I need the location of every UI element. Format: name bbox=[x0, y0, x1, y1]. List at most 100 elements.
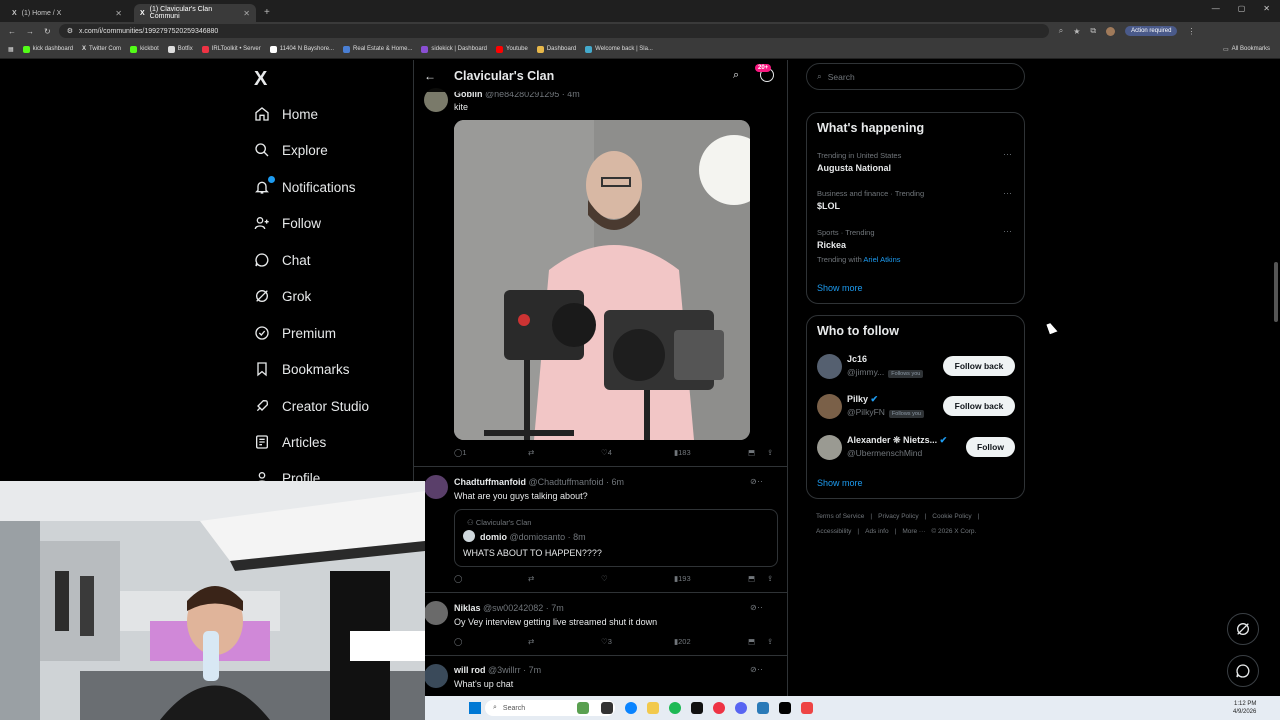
search-input[interactable]: ⌕ Search bbox=[806, 63, 1025, 90]
nav-notifications[interactable]: Notifications bbox=[254, 176, 356, 195]
avatar[interactable] bbox=[424, 601, 448, 625]
grok-fab-button[interactable] bbox=[1227, 613, 1259, 645]
follow-back-button[interactable]: Follow back bbox=[943, 396, 1015, 416]
close-window-icon[interactable]: ✕ bbox=[1263, 4, 1270, 13]
show-more-link[interactable]: Show more bbox=[817, 478, 863, 488]
spotify-icon[interactable] bbox=[669, 702, 681, 714]
post-author[interactable]: Chadtuffmanfoid @Chadtuffmanfoid · 6m bbox=[454, 477, 624, 487]
post[interactable]: Niklas @sw00242082 · 7m ⊘ ··· Oy Vey int… bbox=[414, 593, 787, 656]
avatar[interactable] bbox=[817, 435, 842, 460]
avatar[interactable] bbox=[424, 664, 448, 688]
like-button[interactable]: ♡ 3 bbox=[601, 637, 612, 646]
bookmark-icon[interactable]: ⬒ bbox=[748, 637, 755, 646]
post[interactable]: Goblin @ne84280291295 · 4m kite ◯ 1 ⇄ ♡ … bbox=[414, 60, 787, 467]
widget-icon[interactable] bbox=[577, 702, 589, 714]
x-logo[interactable]: X bbox=[254, 68, 267, 91]
views-button[interactable]: ▮ 202 bbox=[674, 637, 691, 646]
share-icon[interactable]: ⇪ bbox=[767, 448, 773, 457]
nav-home[interactable]: Home bbox=[254, 106, 318, 122]
file-explorer-icon[interactable] bbox=[647, 702, 659, 714]
app-icon[interactable] bbox=[691, 702, 703, 714]
browser-tab-home[interactable]: X (1) Home / X ✕ bbox=[6, 4, 128, 22]
bookmark-item[interactable]: sidekick | Dashboard bbox=[421, 45, 487, 53]
repost-button[interactable]: ⇄ bbox=[528, 448, 534, 457]
menu-icon[interactable]: ⋮ bbox=[1187, 27, 1195, 36]
nav-follow[interactable]: Follow bbox=[254, 215, 321, 231]
edge-icon[interactable] bbox=[625, 702, 637, 714]
extensions-icon[interactable]: ⧉ bbox=[1090, 26, 1096, 36]
reply-button[interactable]: ◯ bbox=[454, 637, 462, 646]
follow-back-button[interactable]: Follow back bbox=[943, 356, 1015, 376]
nav-premium[interactable]: Premium bbox=[254, 325, 336, 341]
more-link[interactable]: More ··· bbox=[902, 528, 925, 535]
taskbar-clock[interactable]: 1:12 PM 4/9/2026 bbox=[1233, 700, 1256, 716]
minimize-icon[interactable]: — bbox=[1212, 4, 1220, 13]
repost-button[interactable]: ⇄ bbox=[528, 574, 534, 583]
post-author[interactable]: Niklas @sw00242082 · 7m bbox=[454, 603, 564, 613]
views-button[interactable]: ▮ 193 bbox=[674, 574, 691, 583]
nav-chat[interactable]: Chat bbox=[254, 252, 311, 268]
post-image[interactable] bbox=[454, 120, 750, 440]
terms-link[interactable]: Terms of Service bbox=[816, 513, 864, 520]
bookmark-item[interactable]: Real Estate & Home... bbox=[343, 45, 412, 53]
views-button[interactable]: ▮ 183 bbox=[674, 448, 691, 457]
all-bookmarks[interactable]: ▭ All Bookmarks bbox=[1223, 46, 1270, 53]
app-icon[interactable] bbox=[757, 702, 769, 714]
nav-bookmarks[interactable]: Bookmarks bbox=[254, 361, 350, 377]
zoom-icon[interactable]: ⌕ bbox=[1059, 26, 1063, 36]
back-icon[interactable]: ← bbox=[8, 27, 16, 36]
like-button[interactable]: ♡ bbox=[601, 574, 608, 583]
bookmark-item[interactable]: Welcome back | Sla... bbox=[585, 45, 653, 53]
post[interactable]: will rod @3willrr · 7m ⊘ ··· What's up c… bbox=[414, 656, 787, 696]
post[interactable]: Chadtuffmanfoid @Chadtuffmanfoid · 6m ⊘ … bbox=[414, 467, 787, 593]
more-icon[interactable]: ··· bbox=[1003, 226, 1012, 236]
bookmark-icon[interactable]: ⬒ bbox=[748, 574, 755, 583]
search-icon[interactable]: ⌕ bbox=[733, 69, 739, 82]
avatar[interactable] bbox=[817, 394, 842, 419]
taskbar-search[interactable]: ⌕ Search bbox=[485, 700, 615, 716]
quoted-post[interactable]: ⚇ Clavicular's Clan domio @domiosanto · … bbox=[454, 509, 778, 567]
avatar-icon[interactable] bbox=[1106, 26, 1116, 36]
more-icon[interactable]: ··· bbox=[754, 664, 763, 674]
site-info-icon[interactable]: ⚙ bbox=[67, 27, 73, 35]
maximize-icon[interactable]: ▢ bbox=[1238, 4, 1246, 13]
new-tab-button[interactable]: + bbox=[264, 7, 270, 18]
bookmark-item[interactable]: IRLToolkit • Server bbox=[201, 45, 261, 53]
privacy-link[interactable]: Privacy Policy bbox=[878, 513, 918, 520]
browser-tab-community[interactable]: X (1) Clavicular's Clan Communi ✕ bbox=[134, 4, 256, 22]
star-icon[interactable]: ★ bbox=[1073, 27, 1080, 36]
chat-fab-button[interactable] bbox=[1227, 655, 1259, 687]
nav-articles[interactable]: Articles bbox=[254, 434, 326, 450]
more-icon[interactable]: ··· bbox=[754, 476, 763, 486]
scrollbar-thumb[interactable] bbox=[1274, 262, 1278, 322]
bookmark-item[interactable]: 11404 N Bayshore... bbox=[269, 45, 334, 53]
user-name[interactable]: Pilky ✔ bbox=[847, 394, 878, 405]
discord-icon[interactable] bbox=[735, 702, 747, 714]
more-icon[interactable]: ··· bbox=[1003, 149, 1012, 159]
bookmark-icon[interactable]: ⬒ bbox=[748, 448, 755, 457]
bookmark-item[interactable]: X Twitter Com bbox=[82, 46, 121, 52]
share-icon[interactable]: ⇪ bbox=[767, 637, 773, 646]
cookie-link[interactable]: Cookie Policy bbox=[932, 513, 971, 520]
chrome-icon[interactable] bbox=[713, 702, 725, 714]
share-icon[interactable]: ⇪ bbox=[767, 574, 773, 583]
reply-button[interactable]: ◯ bbox=[454, 574, 462, 583]
ads-info-link[interactable]: Ads info bbox=[865, 528, 889, 535]
show-more-link[interactable]: Show more bbox=[817, 283, 863, 293]
back-arrow-icon[interactable]: ← bbox=[424, 69, 436, 83]
follow-button[interactable]: Follow bbox=[966, 437, 1015, 457]
post-author[interactable]: will rod @3willrr · 7m bbox=[454, 665, 541, 675]
bookmark-item[interactable]: kickbot bbox=[130, 45, 159, 53]
like-button[interactable]: ♡ 4 bbox=[601, 448, 612, 457]
nav-explore[interactable]: Explore bbox=[254, 142, 328, 158]
close-tab-icon[interactable]: ✕ bbox=[243, 9, 250, 18]
user-name[interactable]: Jc16 bbox=[847, 354, 867, 364]
close-tab-icon[interactable]: ✕ bbox=[115, 9, 122, 18]
bookmark-item[interactable]: Youtube bbox=[496, 45, 528, 53]
more-icon[interactable]: ··· bbox=[1003, 188, 1012, 198]
bookmark-item[interactable]: Botfix bbox=[167, 45, 193, 53]
accessibility-link[interactable]: Accessibility bbox=[816, 528, 851, 535]
nav-creator-studio[interactable]: Creator Studio bbox=[254, 398, 369, 414]
app-icon[interactable] bbox=[801, 702, 813, 714]
more-icon[interactable]: ··· bbox=[754, 602, 763, 612]
